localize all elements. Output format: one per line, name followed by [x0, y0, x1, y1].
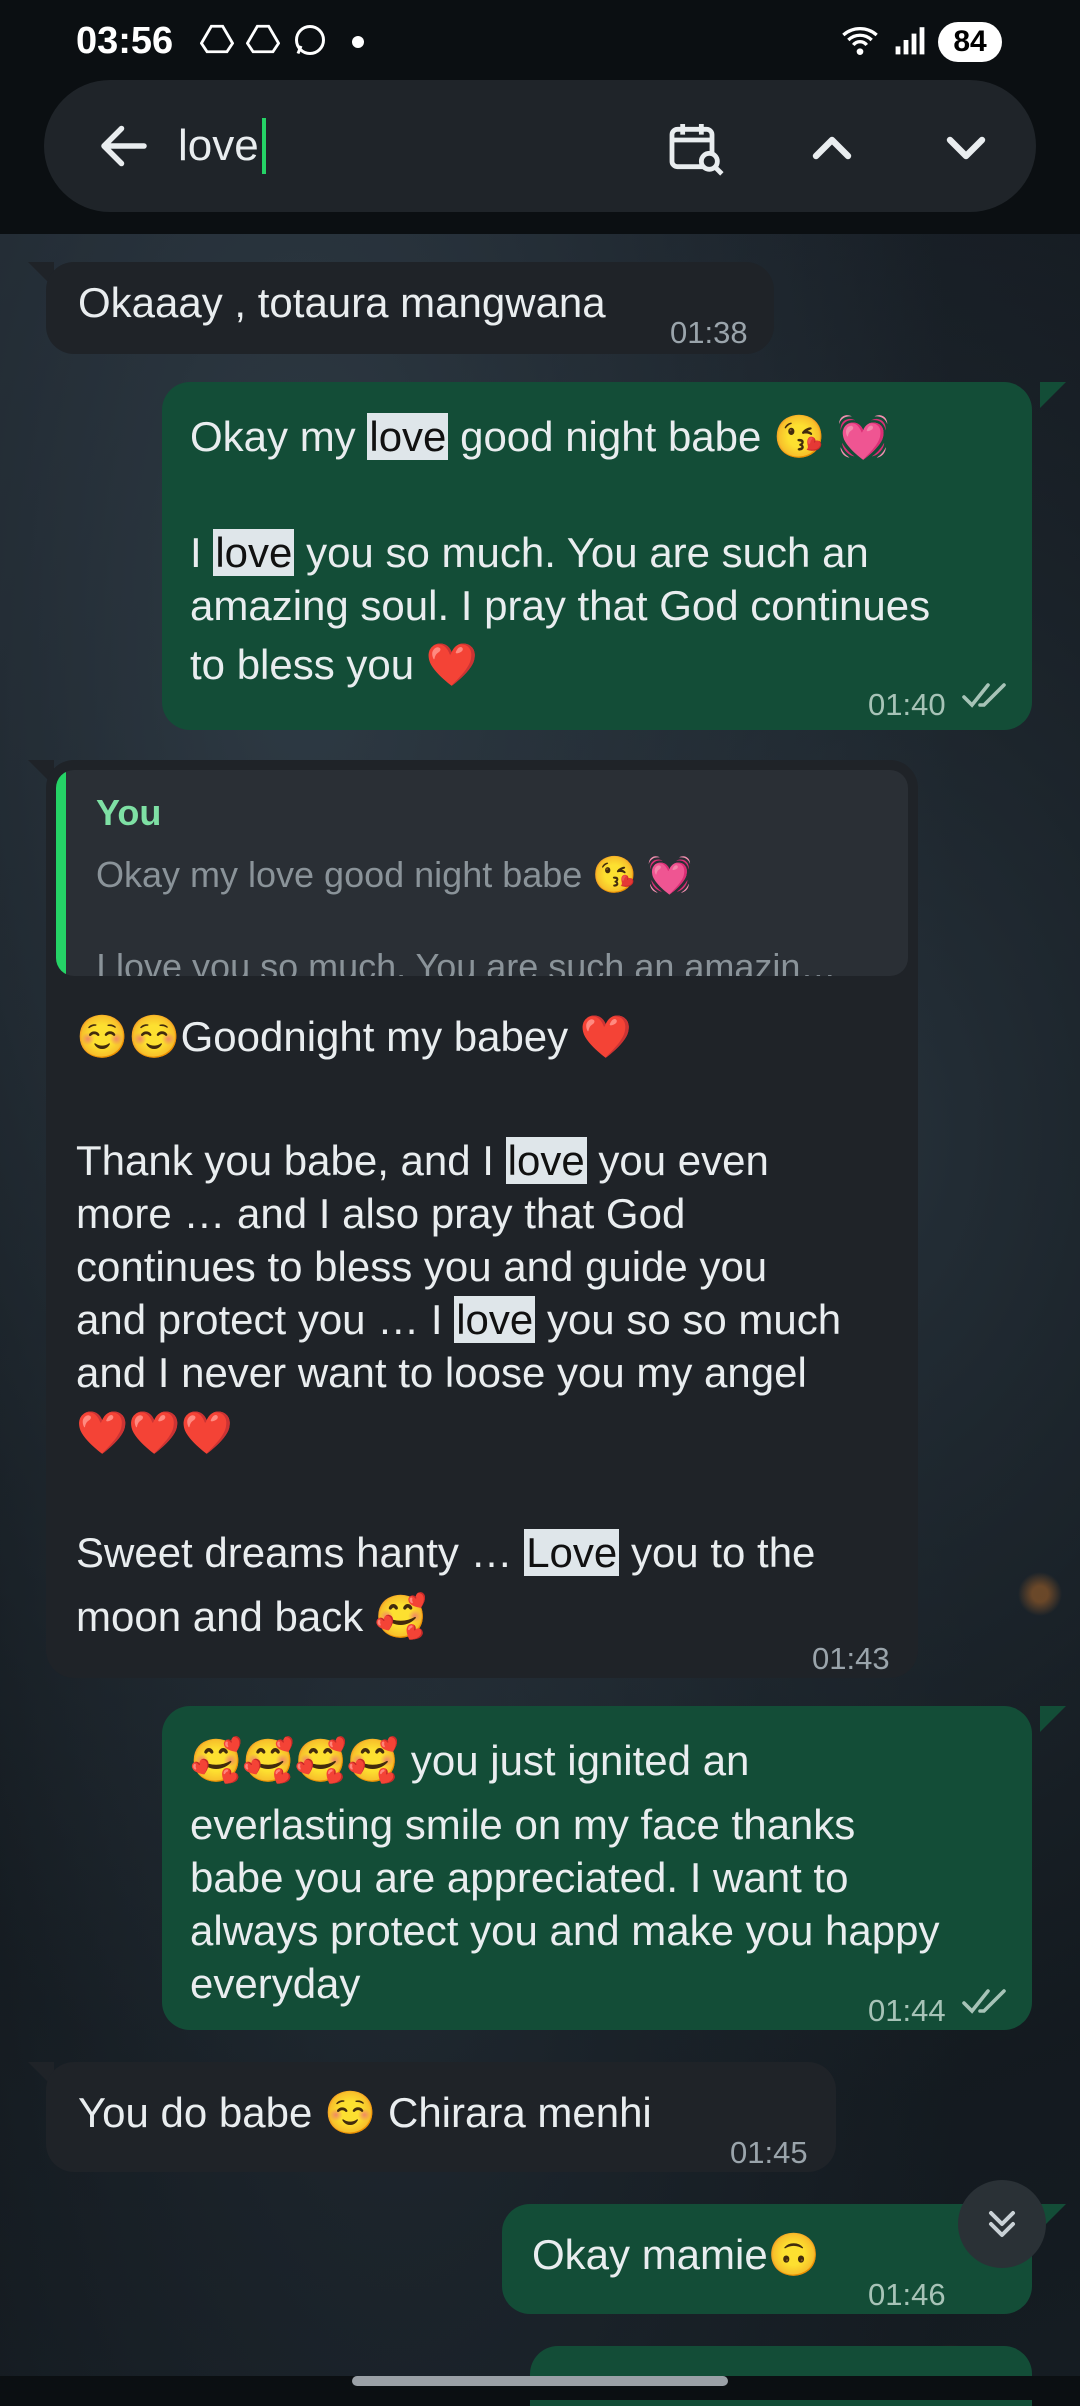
quote-author: You: [96, 792, 162, 833]
gesture-handle[interactable]: [352, 2376, 728, 2386]
message-bubble-outgoing[interactable]: Okay mamie🙃 01:46: [502, 2204, 1032, 2314]
search-highlight: love: [505, 1137, 587, 1184]
scroll-to-bottom-button[interactable]: [958, 2180, 1046, 2268]
search-highlight: love: [454, 1296, 536, 1343]
message-line: 🥰🥰🥰🥰 you just ignited an: [190, 1737, 750, 1784]
message-bubble-incoming[interactable]: Okaaay , totaura mangwana 01:38: [46, 262, 774, 354]
double-check-icon: [962, 1989, 1006, 2014]
message-line: always protect you and make you happy: [190, 1907, 940, 1954]
message-bubble-incoming[interactable]: You do babe ☺️ Chirara menhi 01:45: [46, 2062, 836, 2172]
message-line: babe you are appreciated. I want to: [190, 1854, 849, 1901]
signal-icon: [895, 27, 925, 55]
wifi-icon: [842, 27, 878, 55]
back-arrow-icon[interactable]: [94, 116, 154, 176]
message-line: and protect you … I love you so so much: [76, 1296, 842, 1343]
quoted-message[interactable]: You Okay my love good night babe 😘 💓 I l…: [56, 770, 908, 976]
message-line: ❤️❤️❤️: [76, 1409, 233, 1456]
message-line: continues to bless you and guide you: [76, 1243, 768, 1290]
bubble-tail: [1040, 1706, 1066, 1732]
message-line: more … and I also pray that God: [76, 1190, 686, 1237]
dot-icon: [352, 36, 364, 48]
chevron-up-icon[interactable]: [800, 116, 864, 180]
double-chevron-down-icon: [988, 2210, 1016, 2238]
message-line: moon and back 🥰: [76, 1593, 428, 1640]
status-time: 03:56: [76, 20, 174, 62]
chevron-down-icon[interactable]: [934, 116, 998, 180]
text-cursor: [262, 118, 266, 174]
message-time: 01:38: [670, 315, 748, 350]
drive-icon: [200, 24, 234, 54]
search-header: [0, 80, 1080, 234]
calendar-search-icon[interactable]: [664, 116, 728, 180]
message-text: Okay mamie🙃: [532, 2231, 821, 2278]
status-bar: 03:56 84: [0, 0, 1080, 80]
message-line: and I never want to loose you my angel: [76, 1349, 807, 1396]
message-bubble-incoming[interactable]: You Okay my love good night babe 😘 💓 I l…: [46, 760, 918, 1678]
message-line: everlasting smile on my face thanks: [190, 1801, 856, 1848]
message-text: Okaaay , totaura mangwana: [78, 279, 606, 326]
message-line: Sweet dreams hanty … Love you to the: [76, 1529, 816, 1576]
whatsapp-icon: [295, 25, 325, 55]
quote-text: I love you so much. You are such an amaz…: [96, 946, 837, 976]
message-bubble-outgoing[interactable]: 🥰🥰🥰🥰 you just ignited an everlasting smi…: [162, 1706, 1032, 2030]
quote-text: Okay my love good night babe 😘 💓: [96, 854, 692, 895]
search-highlight: Love: [524, 1529, 620, 1576]
message-time: 01:40: [868, 687, 946, 722]
message-line: Thank you babe, and I love you even: [76, 1137, 769, 1184]
message-line: to bless you ❤️: [190, 641, 479, 688]
message-time: 01:45: [730, 2135, 808, 2170]
bubble-tail: [1040, 382, 1066, 408]
search-highlight: love: [367, 413, 449, 460]
search-input[interactable]: [178, 114, 658, 178]
message-text: You do babe ☺️ Chirara menhi: [78, 2089, 652, 2136]
message-time: 01:44: [868, 1993, 946, 2028]
message-time: 01:46: [868, 2277, 946, 2312]
message-time: 01:43: [812, 1641, 890, 1676]
search-bar: [44, 80, 1036, 212]
search-highlight: love: [213, 529, 295, 576]
battery-indicator: 84: [938, 22, 1002, 62]
drive-icon: [246, 24, 280, 54]
message-bubble-outgoing[interactable]: Okay my love good night babe 😘 💓 I love …: [162, 382, 1032, 730]
message-line: Okay my love good night babe 😘 💓: [190, 413, 890, 460]
double-check-icon: [962, 683, 1006, 708]
message-line: amazing soul. I pray that God continues: [190, 582, 931, 629]
message-line: ☺️☺️Goodnight my babey ❤️: [76, 1013, 633, 1060]
message-line: everyday: [190, 1960, 361, 2007]
message-line: I love you so much. You are such an: [190, 529, 869, 576]
quote-accent-bar: [56, 770, 66, 976]
